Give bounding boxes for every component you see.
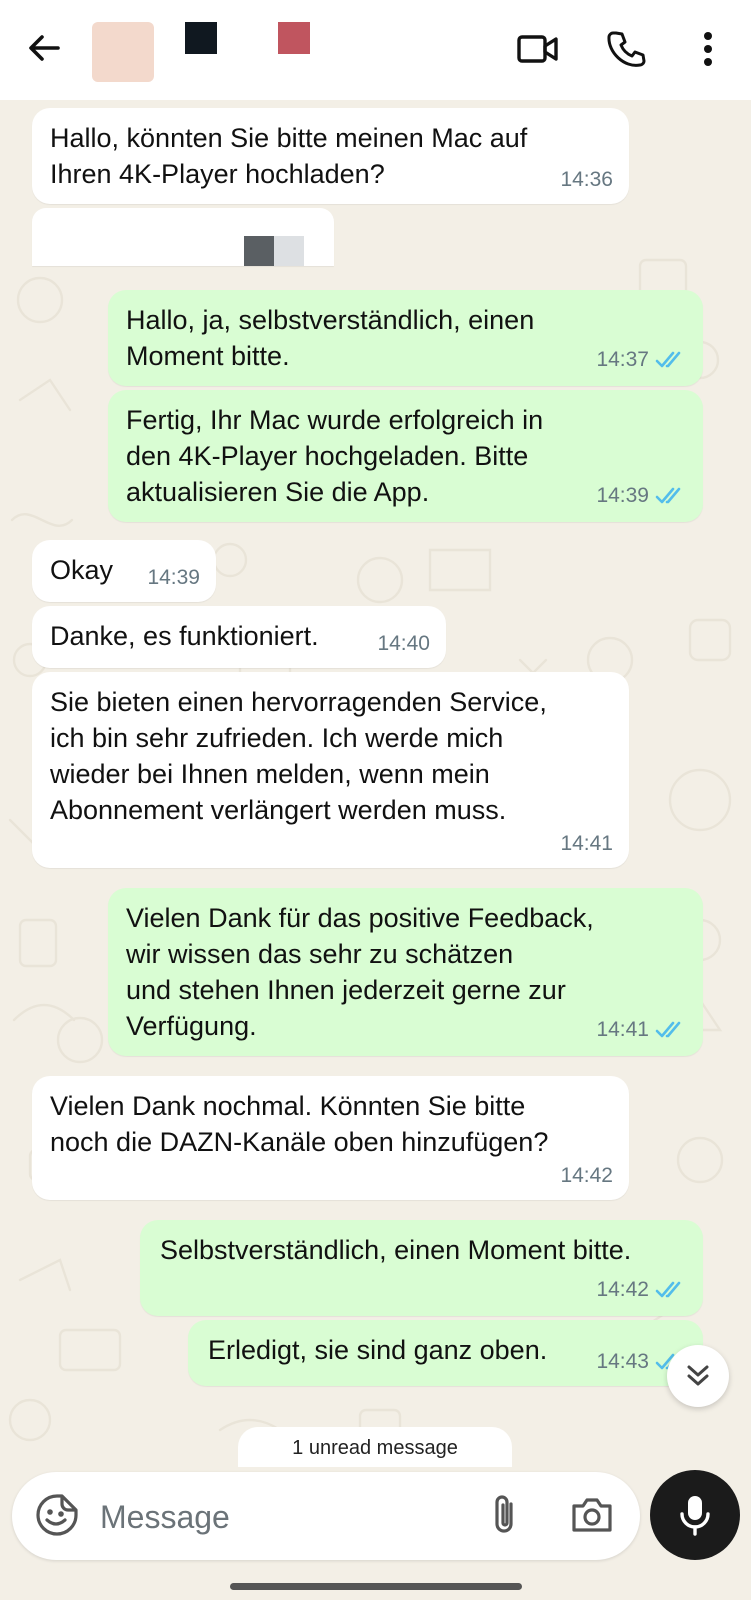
- message-outgoing[interactable]: Erledigt, sie sind ganz oben. 14:43: [188, 1320, 703, 1386]
- message-incoming-redacted[interactable]: [32, 208, 334, 266]
- chevrons-down-icon: [687, 1365, 709, 1386]
- message-meta: 14:39: [596, 478, 687, 514]
- sticker-emoji-icon[interactable]: [34, 1492, 80, 1538]
- video-camera-icon[interactable]: [514, 28, 562, 70]
- double-check-icon: [655, 351, 681, 368]
- message-outgoing[interactable]: Hallo, ja, selbstverständlich, einen Mom…: [108, 290, 703, 386]
- home-indicator: [230, 1583, 522, 1590]
- message-outgoing[interactable]: Vielen Dank für das positive Feedback, w…: [108, 888, 703, 1056]
- message-outgoing[interactable]: Fertig, Ihr Mac wurde erfolgreich in den…: [108, 390, 703, 522]
- message-meta: 14:42: [560, 1158, 613, 1194]
- microphone-icon: [680, 1496, 710, 1536]
- phone-icon[interactable]: [604, 26, 650, 72]
- message-text: Hallo, könnten Sie bitte meinen Mac auf …: [50, 123, 528, 189]
- message-incoming[interactable]: Hallo, könnten Sie bitte meinen Mac auf …: [32, 108, 629, 204]
- message-meta: 14:41: [596, 1012, 687, 1048]
- message-text: Vielen Dank nochmal. Könnten Sie bitte n…: [50, 1091, 549, 1157]
- unread-messages-banner: 1 unread message: [238, 1427, 512, 1467]
- message-incoming[interactable]: Sie bieten einen hervorragenden Service,…: [32, 672, 629, 868]
- message-time: 14:39: [596, 484, 649, 507]
- message-text: Selbstverständlich, einen Moment bitte.: [160, 1235, 632, 1265]
- redacted-block: [274, 236, 304, 266]
- microphone-button[interactable]: [650, 1470, 740, 1560]
- contact-avatar[interactable]: [92, 22, 154, 82]
- message-time: 14:36: [560, 168, 613, 191]
- message-meta: 14:37: [596, 342, 687, 378]
- message-input[interactable]: [98, 1488, 462, 1546]
- message-text: Danke, es funktioniert.: [50, 621, 319, 651]
- message-composer: [12, 1472, 640, 1560]
- double-check-icon: [655, 1021, 681, 1038]
- message-time: 14:37: [596, 348, 649, 371]
- contact-name-redacted-block-2[interactable]: [278, 22, 310, 54]
- message-meta: 14:36: [560, 162, 613, 198]
- message-incoming[interactable]: Vielen Dank nochmal. Könnten Sie bitte n…: [32, 1076, 629, 1200]
- chat-header: [0, 0, 751, 100]
- message-incoming[interactable]: Danke, es funktioniert. 14:40: [32, 606, 446, 668]
- message-time: 14:42: [596, 1278, 649, 1301]
- redacted-block: [244, 236, 274, 266]
- double-check-icon: [655, 487, 681, 504]
- more-vertical-icon[interactable]: [692, 26, 724, 72]
- message-meta: 14:40: [377, 626, 430, 662]
- message-time: 14:41: [560, 832, 613, 855]
- message-time: 14:43: [596, 1350, 649, 1373]
- message-time: 14:41: [596, 1018, 649, 1041]
- message-time: 14:39: [147, 566, 200, 589]
- message-incoming[interactable]: Okay 14:39: [32, 540, 216, 602]
- arrow-left-icon[interactable]: [22, 26, 66, 70]
- camera-icon[interactable]: [570, 1494, 616, 1538]
- message-text: Sie bieten einen hervorragenden Service,…: [50, 687, 547, 825]
- message-meta: 14:41: [560, 826, 613, 862]
- message-meta: 14:42: [596, 1272, 687, 1308]
- scroll-to-bottom-button[interactable]: [667, 1345, 729, 1407]
- chat-area[interactable]: Hallo, könnten Sie bitte meinen Mac auf …: [0, 100, 751, 1465]
- double-check-icon: [655, 1281, 681, 1298]
- paperclip-icon[interactable]: [490, 1492, 534, 1540]
- contact-name-redacted-block[interactable]: [185, 22, 217, 54]
- message-meta: 14:39: [147, 560, 200, 596]
- message-outgoing[interactable]: Selbstverständlich, einen Moment bitte. …: [140, 1220, 703, 1316]
- message-time: 14:40: [377, 632, 430, 655]
- message-time: 14:42: [560, 1164, 613, 1187]
